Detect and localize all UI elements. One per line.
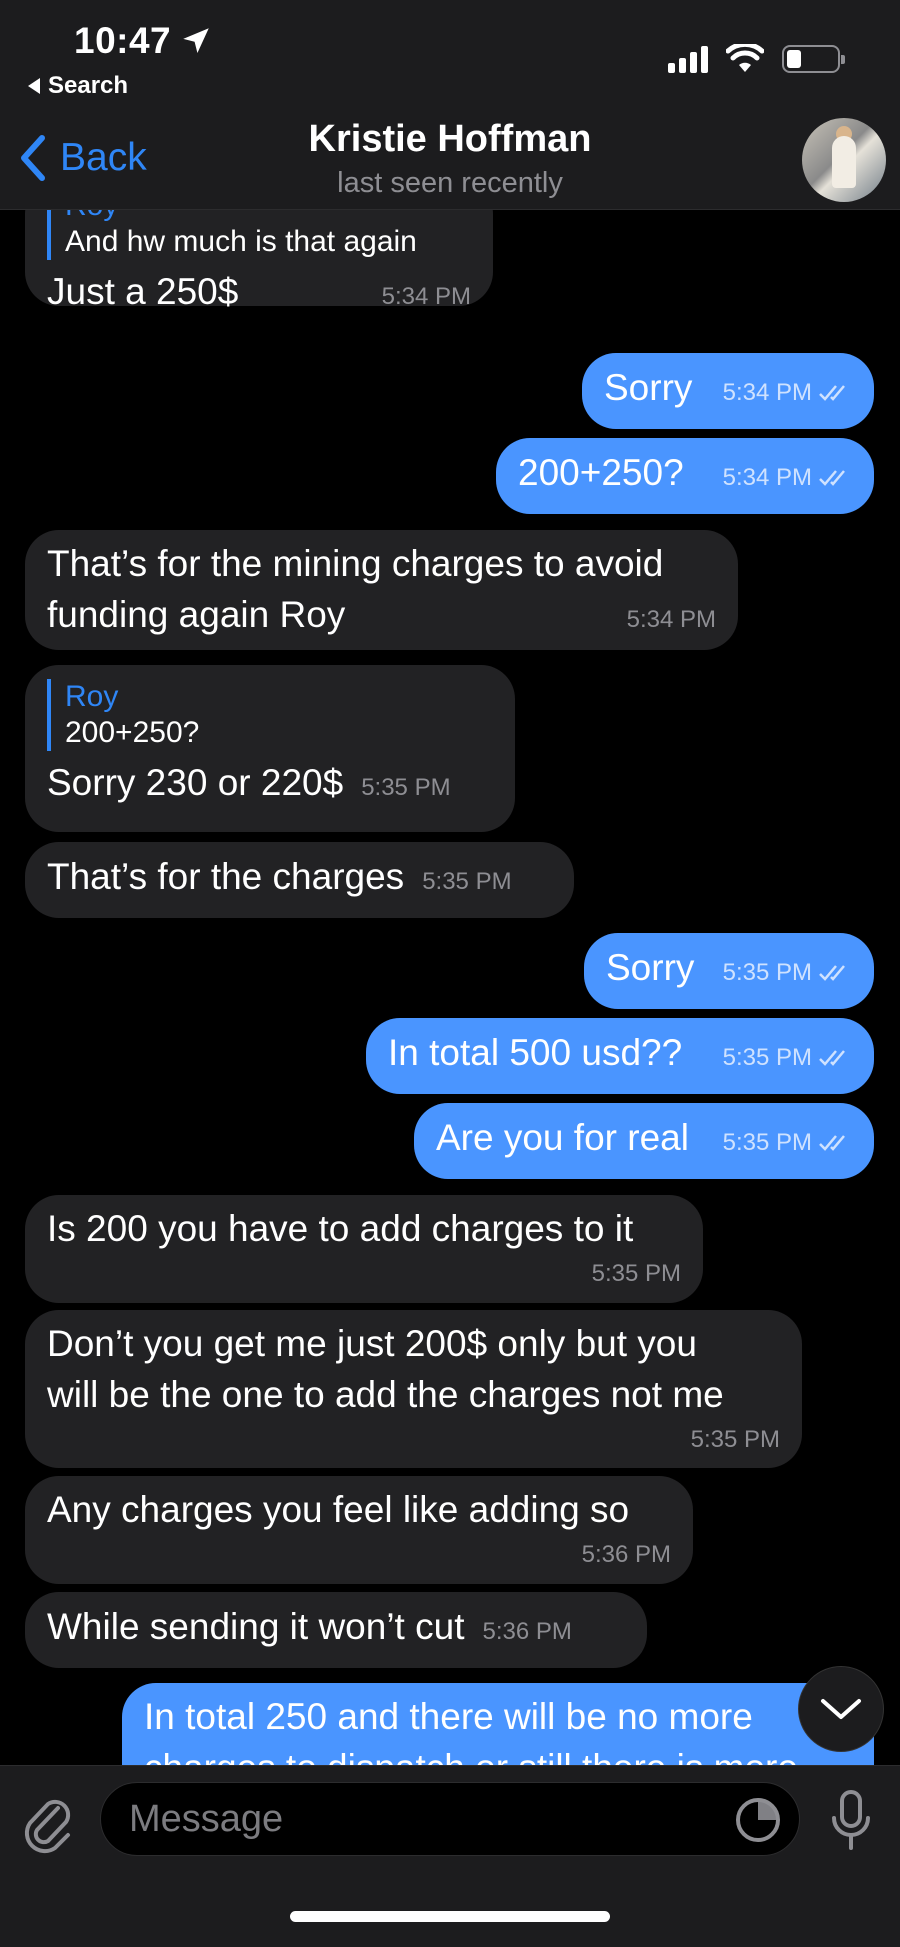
status-icons: [668, 44, 845, 74]
cellular-signal-icon: [668, 45, 708, 73]
back-to-app[interactable]: Search: [28, 72, 128, 100]
chat-header: 10:47 Search Back Kristie Hoffman last s…: [0, 0, 900, 210]
message-time: 5:35 PM: [722, 1129, 812, 1156]
sticker-icon[interactable]: [733, 1795, 783, 1845]
paperclip-icon[interactable]: [22, 1794, 74, 1854]
battery-icon: [782, 45, 845, 73]
message-outgoing[interactable]: In total 250 and there will be no more c…: [122, 1683, 874, 1765]
home-indicator[interactable]: [290, 1911, 610, 1922]
message-text: Sorry: [606, 947, 695, 988]
message-incoming[interactable]: Roy 200+250? Sorry 230 or 220$ 5:35 PM: [25, 665, 515, 832]
chevron-down-icon: [821, 1699, 861, 1719]
double-check-icon: [819, 1049, 845, 1066]
message-text: Any charges you feel like adding so: [47, 1489, 630, 1530]
message-meta: 5:35 PM: [723, 947, 852, 998]
message-text: While sending it won’t cut: [47, 1606, 465, 1647]
message-outgoing[interactable]: Are you for real 5:35 PM: [414, 1103, 874, 1179]
last-seen-status: last seen recently: [337, 167, 563, 199]
message-time: 5:35 PM: [422, 868, 512, 895]
reply-text: 200+250?: [65, 716, 200, 749]
message-incoming[interactable]: Any charges you feel like adding so 5:36…: [25, 1476, 693, 1584]
message-text: Is 200 you have to add charges to it: [47, 1208, 634, 1249]
wifi-icon: [726, 44, 764, 72]
message-field[interactable]: [100, 1782, 800, 1856]
double-check-icon: [819, 384, 845, 401]
contact-name: Kristie Hoffman: [308, 118, 592, 160]
message-time: 5:34 PM: [722, 379, 812, 406]
message-incoming[interactable]: Roy And hw much is that again Just a 250…: [25, 210, 493, 312]
reply-text: And hw much is that again: [65, 225, 417, 258]
message-text-line: funding again Roy: [47, 594, 346, 635]
message-meta: 5:34 PM: [723, 452, 852, 503]
contact-title[interactable]: Kristie Hoffman last seen recently: [0, 118, 900, 200]
message-incoming[interactable]: Is 200 you have to add charges to it 5:3…: [25, 1195, 703, 1303]
message-text-line: Don’t you get me just 200$ only but you: [47, 1323, 697, 1364]
message-text-line: In total 250 and there will be no more: [144, 1696, 753, 1737]
reply-quote[interactable]: Roy And hw much is that again: [47, 210, 471, 260]
message-text: That’s for the charges: [47, 856, 405, 897]
reply-author: Roy: [65, 680, 119, 713]
back-to-app-label: Search: [48, 72, 129, 99]
message-text: 200+250?: [518, 452, 684, 493]
double-check-icon: [819, 964, 845, 981]
message-outgoing[interactable]: Sorry 5:35 PM: [584, 933, 874, 1009]
message-text: Sorry: [604, 367, 693, 408]
message-input[interactable]: [101, 1783, 799, 1855]
double-check-icon: [819, 469, 845, 486]
message-time: 5:36 PM: [482, 1618, 572, 1645]
message-text-line: That’s for the mining charges to avoid: [47, 543, 664, 584]
message-meta: 5:35 PM: [723, 1117, 852, 1168]
message-incoming[interactable]: Don’t you get me just 200$ only but you …: [25, 1310, 802, 1468]
location-arrow-icon: [183, 28, 209, 54]
message-time: 5:35 PM: [722, 1044, 812, 1071]
message-time: 5:35 PM: [690, 1426, 780, 1453]
message-list[interactable]: Roy And hw much is that again Just a 250…: [0, 210, 900, 1765]
message-time: 5:35 PM: [361, 774, 451, 801]
message-time: 5:34 PM: [626, 606, 716, 633]
message-incoming[interactable]: That’s for the mining charges to avoid f…: [25, 530, 738, 650]
message-time: 5:35 PM: [722, 959, 812, 986]
message-incoming[interactable]: While sending it won’t cut 5:36 PM: [25, 1592, 647, 1668]
message-text: Sorry 230 or 220$: [47, 762, 344, 803]
message-text: In total 500 usd??: [388, 1032, 683, 1073]
message-text-line: charges to dispatch or still there is mo…: [144, 1742, 852, 1765]
message-time: 5:36 PM: [581, 1541, 671, 1568]
microphone-icon[interactable]: [828, 1788, 874, 1854]
message-time: 5:34 PM: [381, 283, 471, 310]
back-triangle-icon: [28, 78, 40, 94]
message-meta: 5:34 PM: [723, 367, 852, 418]
message-text: Just a 250$: [47, 271, 239, 312]
message-text: Are you for real: [436, 1117, 689, 1158]
status-time: 10:47: [74, 20, 213, 62]
reply-quote[interactable]: Roy 200+250?: [47, 679, 493, 751]
status-time-label: 10:47: [74, 20, 172, 61]
message-outgoing[interactable]: Sorry 5:34 PM: [582, 353, 874, 429]
double-check-icon: [819, 1134, 845, 1151]
message-incoming[interactable]: That’s for the charges 5:35 PM: [25, 842, 574, 918]
message-time: 5:35 PM: [591, 1260, 681, 1287]
avatar[interactable]: [802, 118, 886, 202]
message-outgoing[interactable]: In total 500 usd?? 5:35 PM: [366, 1018, 874, 1094]
message-text-line: will be the one to add the charges not m…: [47, 1374, 724, 1415]
message-outgoing[interactable]: 200+250? 5:34 PM: [496, 438, 874, 514]
message-meta: 5:35 PM: [723, 1032, 852, 1083]
message-time: 5:34 PM: [722, 464, 812, 491]
scroll-to-bottom-button[interactable]: [798, 1666, 884, 1752]
reply-author: Roy: [65, 210, 471, 224]
